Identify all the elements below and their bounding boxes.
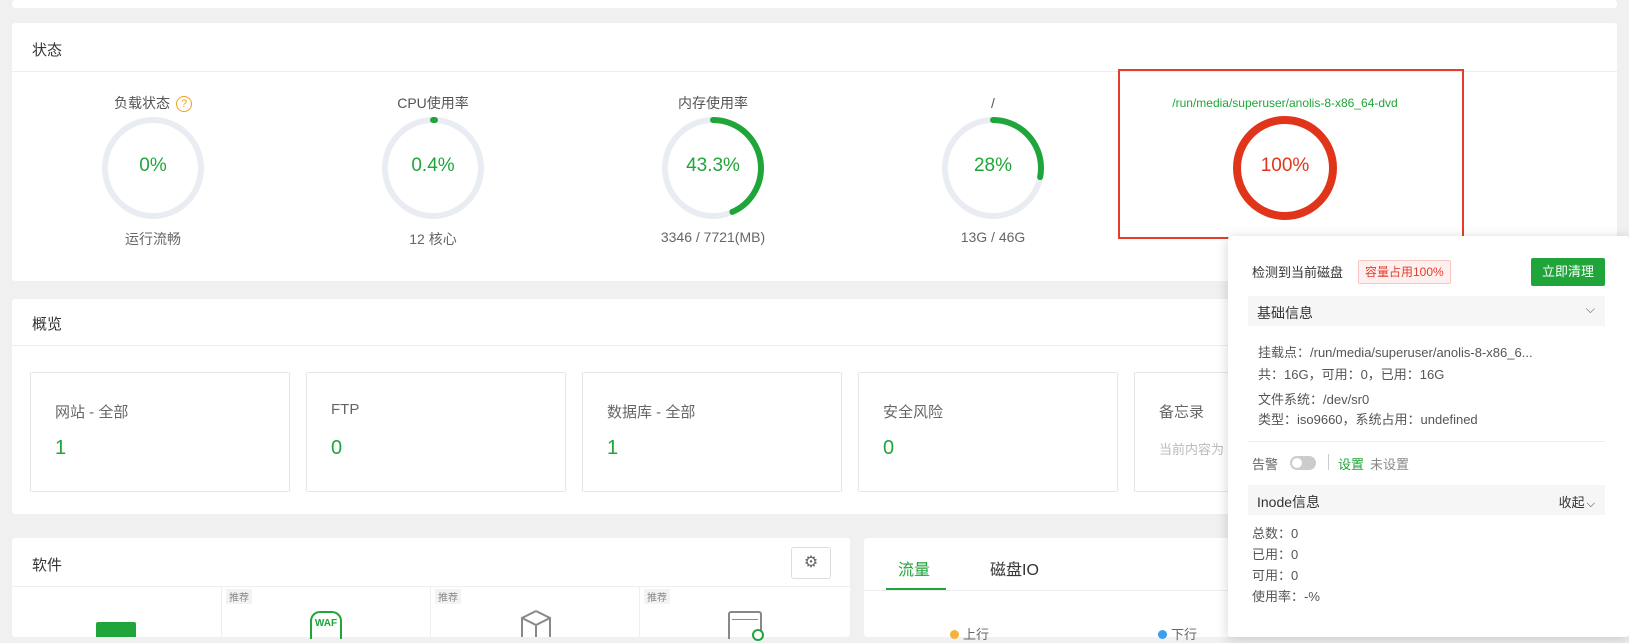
alarm-label: 告警 [1252,457,1279,472]
legend-upstream: 上行 [950,624,989,643]
overview-title: 概览 [32,316,63,333]
gauge-value: 28% [973,155,1013,176]
gear-icon: ⚙ [803,554,819,571]
overview-tile-ftp[interactable]: FTP 0 [306,372,566,492]
inode-total: 总数：0 [1252,526,1299,541]
gauge-value: 0% [139,155,167,176]
status-title: 状态 [32,42,63,59]
software-item-waf[interactable]: 推荐 WAF [221,587,430,639]
software-item-server[interactable]: 推荐 [639,587,848,641]
chevron-down-icon: ⌵ [1585,302,1595,316]
overview-tile-database[interactable]: 数据库 - 全部 1 [582,372,842,492]
chevron-down-icon: ⌵ [1586,498,1595,510]
overview-tile-sites[interactable]: 网站 - 全部 1 [30,372,290,492]
overview-tile-security[interactable]: 安全风险 0 [858,372,1118,492]
gauge-value: 43.3% [686,155,740,176]
gauge-subtext: 13G / 46G [960,229,1026,245]
disk-highlight-box [1118,69,1464,239]
software-item-box[interactable]: 推荐 [430,587,639,637]
software-item-terminal[interactable] [12,587,220,637]
inode-rate: 使用率：-% [1252,589,1320,604]
tab-disk-io[interactable]: 磁盘IO [990,556,1039,580]
alarm-separator [1328,454,1329,470]
gauge-1[interactable]: CPU使用率 0.4% 12 核心 [353,93,513,249]
box-icon [521,610,551,637]
software-settings-button[interactable]: ⚙ [791,547,831,579]
tab-traffic[interactable]: 流量 [898,556,930,580]
server-icon [728,611,764,641]
gauge-label: / [991,95,995,111]
inode-used: 已用：0 [1252,547,1299,562]
terminal-icon [96,622,136,637]
basic-info-header[interactable]: 基础信息 ⌵ [1248,296,1605,326]
alarm-settings-link[interactable]: 设置 [1338,454,1364,473]
inode-free: 可用：0 [1252,568,1299,583]
gauge-label: CPU使用率 [397,95,469,111]
gauge-subtext: 12 核心 [409,231,457,247]
alarm-unset-text: 未设置 [1370,457,1410,472]
gauge-label: 负载状态 [114,95,170,111]
clean-now-button[interactable]: 立即清理 [1531,258,1605,286]
question-circle-icon[interactable]: ? [176,96,192,112]
alarm-toggle[interactable] [1290,456,1316,470]
fs-type: 类型：iso9660，系统占用：undefined [1258,412,1478,427]
capacity-usage: 共：16G，可用：0，已用：16G [1258,367,1445,382]
gauge-label: 内存使用率 [678,95,748,111]
software-title: 软件 [32,557,63,574]
collapse-toggle[interactable]: 收起 ⌵ [1559,492,1595,511]
gauge-value: 0.4% [411,155,455,176]
gauge-subtext: 运行流畅 [125,231,181,247]
capacity-badge: 容量占用100% [1358,260,1451,284]
legend-dot-downstream [1158,630,1167,639]
file-system: 文件系统：/dev/sr0 [1258,392,1370,407]
legend-dot-upstream [950,630,959,639]
top-card [12,0,1617,8]
disk-detail-popover: 检测到当前磁盘 容量占用100% 立即清理 基础信息 ⌵ 挂载点：/run/me… [1228,236,1629,637]
inode-info-header[interactable]: Inode信息 收起 ⌵ [1248,485,1605,515]
gauge-0[interactable]: 负载状态? 0% 运行流畅 [73,93,233,249]
gauge-2[interactable]: 内存使用率 43.3% 3346 / 7721(MB) [633,93,793,245]
gauge-3[interactable]: / 28% 13G / 46G [913,93,1073,245]
popover-divider [1248,441,1605,442]
tab-active-indicator [886,588,946,590]
mount-point: 挂载点：/run/media/superuser/anolis-8-x86_6.… [1258,345,1533,360]
legend-downstream: 下行 [1158,624,1197,643]
waf-shield-icon: WAF [310,611,342,639]
popover-detected-text: 检测到当前磁盘 [1252,265,1344,280]
gauge-subtext: 3346 / 7721(MB) [660,229,766,245]
